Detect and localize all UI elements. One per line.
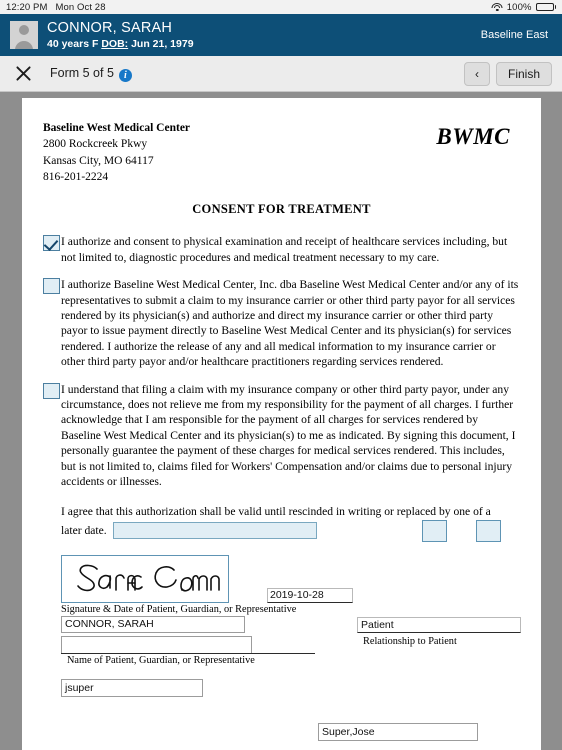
agreement-line-2-row: later date. (61, 519, 520, 542)
consent-clause-3: I understand that filing a claim with my… (43, 382, 520, 490)
agreement-line-2: later date. (61, 524, 107, 538)
status-bar-right-group: 100% (491, 1, 556, 13)
signature-capture-field[interactable] (61, 554, 229, 603)
letterhead: Baseline West Medical Center 2800 Rockcr… (43, 120, 520, 185)
person-avatar-icon (10, 21, 38, 49)
name-underline-rule (61, 652, 315, 654)
consent-checkbox-2[interactable] (43, 278, 60, 295)
clinic-name: Baseline West Medical Center (43, 122, 191, 134)
initials-box-2[interactable] (475, 519, 501, 542)
clinic-city-state-zip: Kansas City, MO 64117 (43, 154, 154, 167)
patient-dob-label: DOB: (101, 37, 129, 50)
agreement-line-1: I agree that this authorization shall be… (61, 505, 491, 519)
facility-name: Baseline East (480, 29, 548, 41)
patient-demographics: 40 years F DOB: Jun 21, 1979 (47, 38, 194, 50)
signature-caption: Signature & Date of Patient, Guardian, o… (61, 603, 297, 615)
close-x-icon[interactable] (10, 61, 36, 87)
battery-percent-label: 100% (506, 1, 532, 13)
signature-region: 2019-10-28 Signature & Date of Patient, … (43, 554, 521, 697)
patient-dob-value: Jun 21, 1979 (131, 37, 194, 50)
consent-clause-2-text: I authorize Baseline West Medical Center… (61, 278, 519, 369)
clinic-street: 2800 Rockcreek Pkwy (43, 138, 148, 151)
patient-age: 40 years (47, 37, 90, 50)
patient-name: CONNOR, SARAH (47, 20, 173, 37)
valid-until-input[interactable] (112, 522, 317, 540)
page-title: CONSENT FOR TREATMENT (192, 202, 371, 217)
consent-form-page: Baseline West Medical Center 2800 Rockcr… (22, 98, 541, 750)
consent-clause-3-text: I understand that filing a claim with my… (61, 382, 516, 488)
status-bar-date: Mon Oct 28 (55, 1, 106, 13)
bwmc-logo: BWMC (436, 124, 510, 149)
consent-clause-2: I authorize Baseline West Medical Center… (43, 277, 520, 369)
chevron-left-icon[interactable]: ‹ (463, 61, 490, 86)
consent-clause-1-text: I authorize and consent to physical exam… (61, 235, 508, 264)
status-bar-time: 12:20 PM (6, 1, 48, 13)
form-toolbar: Form 5 of 5 i ‹ Finish (0, 56, 562, 92)
wifi-icon (491, 2, 503, 12)
form-counter: Form 5 of 5 i (50, 66, 132, 82)
signature-date-input[interactable]: 2019-10-28 (267, 587, 353, 603)
consent-checkbox-1[interactable] (43, 235, 60, 252)
document-viewport[interactable]: Baseline West Medical Center 2800 Rockcr… (0, 92, 562, 750)
ios-status-bar: 12:20 PM Mon Oct 28 100% (0, 0, 562, 14)
info-circle-icon[interactable]: i (118, 68, 132, 82)
relationship-input[interactable]: Patient (357, 616, 521, 633)
signature-ink (77, 564, 220, 592)
initials-box-1[interactable] (421, 519, 447, 542)
patient-identity-block: CONNOR, SARAH 40 years F DOB: Jun 21, 19… (47, 20, 194, 50)
battery-full-icon (535, 2, 556, 12)
consent-clause-1: I authorize and consent to physical exam… (43, 234, 520, 265)
guardian-name-input[interactable] (61, 635, 252, 653)
form-counter-label: Form 5 of 5 (50, 65, 114, 80)
user-id-input[interactable]: jsuper (61, 678, 203, 697)
clinic-phone: 816-201-2224 (43, 170, 109, 183)
consent-checkbox-3[interactable] (43, 382, 60, 399)
patient-header-bar: CONNOR, SARAH 40 years F DOB: Jun 21, 19… (0, 14, 562, 56)
toolbar-right-group: ‹ Finish (463, 61, 552, 86)
patient-sex: F (91, 37, 99, 50)
name-caption: Name of Patient, Guardian, or Representa… (67, 654, 255, 666)
finish-button[interactable]: Finish (495, 61, 552, 86)
agreement-block: I agree that this authorization shall be… (43, 504, 520, 542)
relationship-caption: Relationship to Patient (363, 635, 457, 647)
clinic-address-block: Baseline West Medical Center 2800 Rockcr… (43, 120, 190, 185)
patient-name-input[interactable]: CONNOR, SARAH (61, 615, 245, 633)
witness-name-input[interactable]: Super,Jose (318, 723, 478, 741)
